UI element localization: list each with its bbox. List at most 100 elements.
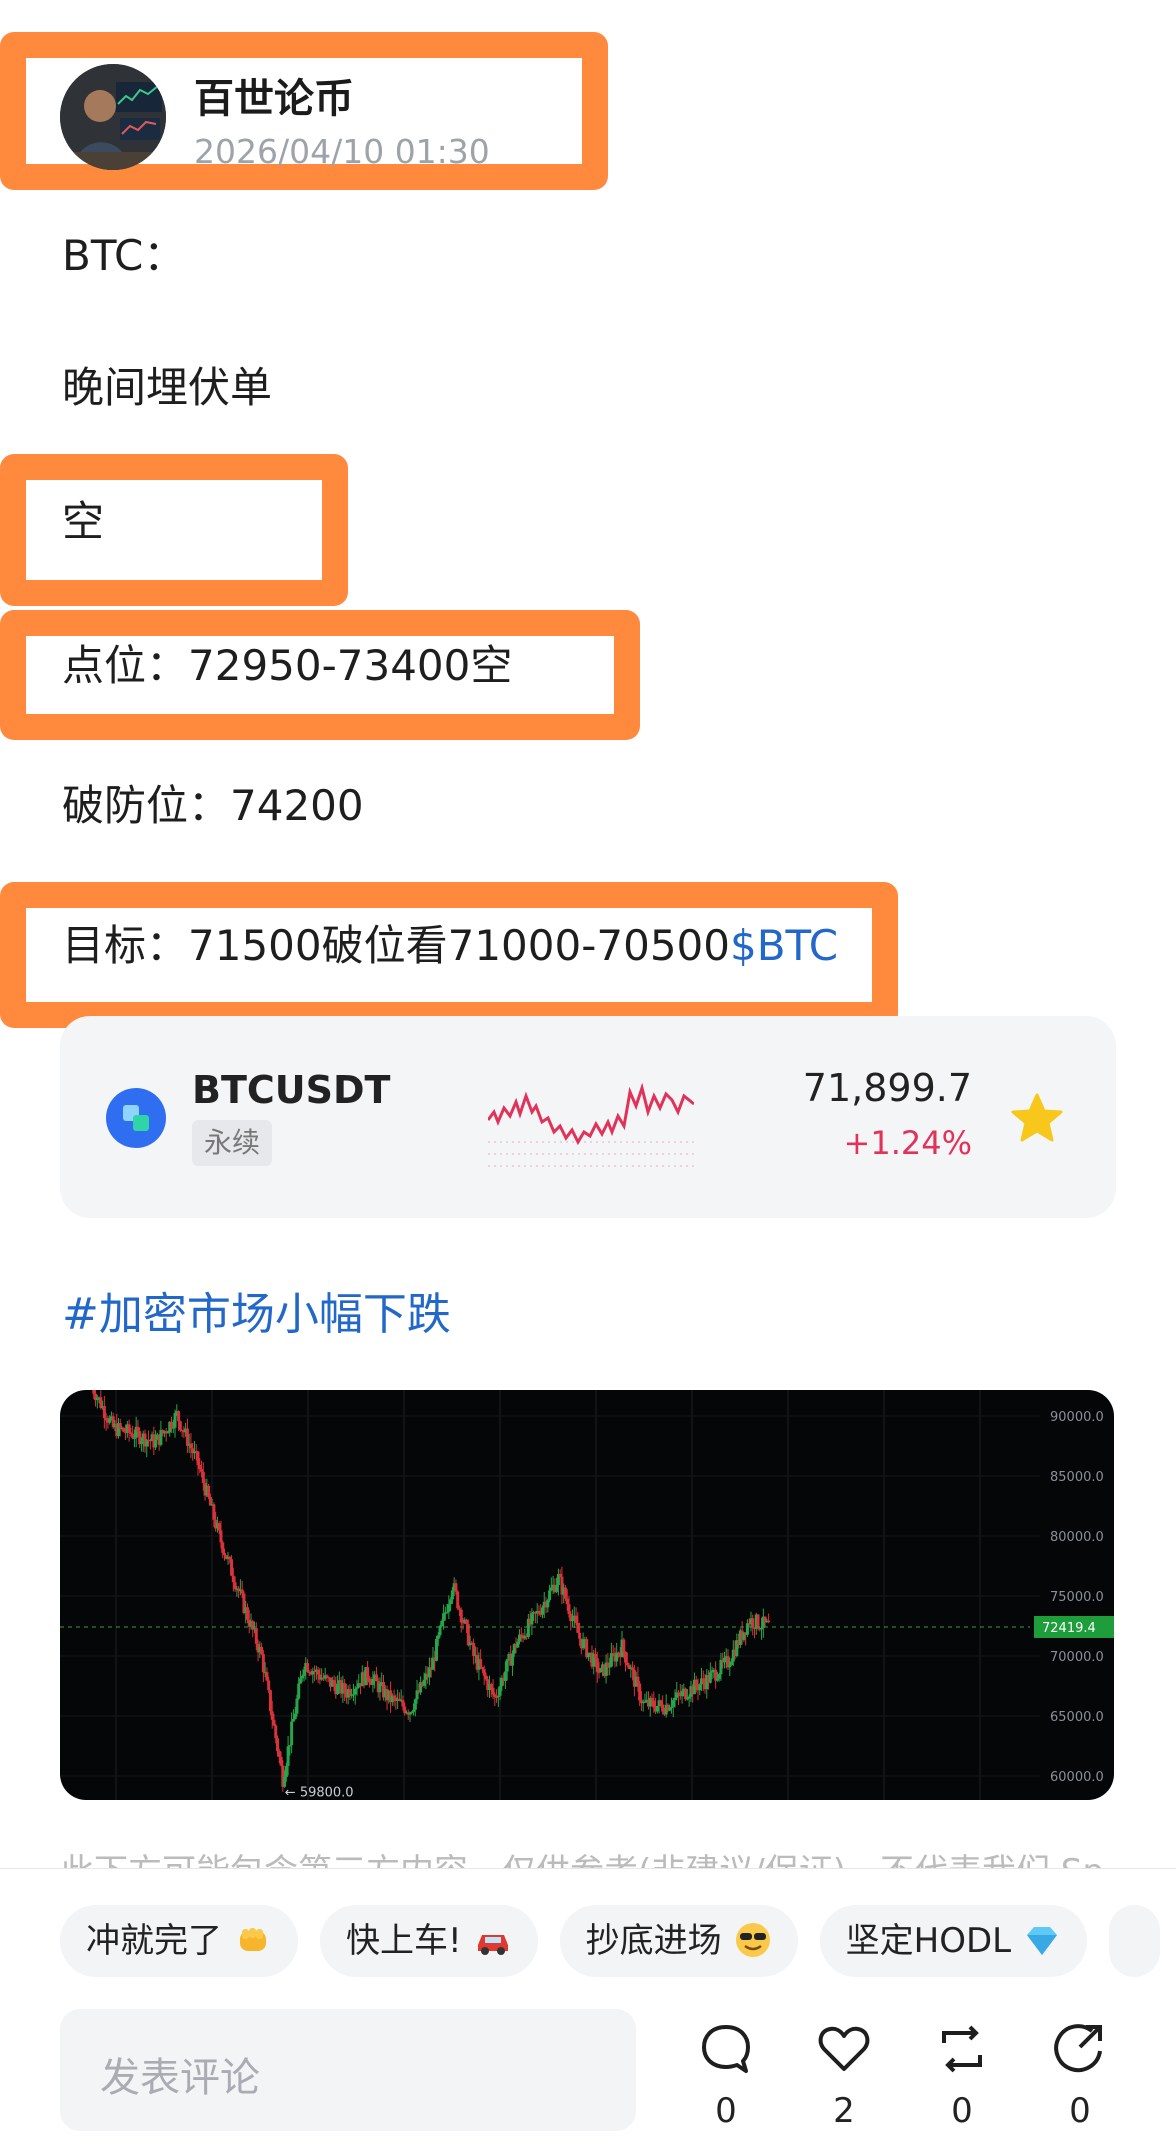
chart-candle [412, 1709, 416, 1712]
share-count: 0 [1069, 2091, 1091, 2131]
quick-reply-chip[interactable]: 冲就完了 [60, 1905, 298, 1977]
chart-candle [295, 1698, 299, 1714]
chart-candle [343, 1683, 347, 1693]
ticker-price: 71,899.7 [802, 1066, 972, 1110]
chart-candle [541, 1607, 544, 1615]
chart-candle [196, 1451, 200, 1466]
chart-candle [661, 1704, 665, 1712]
chart-candle [272, 1719, 276, 1726]
quick-reply-chip[interactable]: 抄底进场 [559, 1905, 798, 1977]
chart-candle [267, 1680, 271, 1691]
chart-candle [530, 1613, 534, 1625]
post-author-header[interactable]: 百世论币 2026/04/10 01:30 [60, 64, 580, 174]
comment-button[interactable]: 0 [690, 2021, 762, 2131]
chart-candle [673, 1697, 677, 1701]
chart-candle [498, 1686, 502, 1696]
chart-candle [549, 1587, 553, 1591]
chart-candle [245, 1607, 249, 1620]
chart-candle [212, 1504, 216, 1520]
chart-candle [223, 1552, 226, 1556]
low-price-label: ← 59800.0 [285, 1785, 354, 1800]
fist-emoji-icon [240, 1927, 266, 1951]
share-button[interactable]: 0 [1044, 2021, 1116, 2131]
chart-candle [293, 1713, 297, 1720]
post-line-stop: 破防位：74200 [62, 781, 364, 830]
y-tick-label: 70000.0 [1050, 1650, 1104, 1665]
y-tick-label: 80000.0 [1050, 1530, 1104, 1545]
chart-candle [636, 1676, 640, 1684]
chart-candle [687, 1696, 691, 1699]
y-tick-label: 85000.0 [1050, 1470, 1104, 1485]
chart-candle [154, 1439, 158, 1448]
share-icon [1054, 2024, 1102, 2073]
chart-candle [240, 1589, 244, 1594]
chart-candle [655, 1705, 659, 1712]
chart-candle [366, 1667, 370, 1679]
chart-candle [708, 1672, 712, 1683]
chart-candle [537, 1610, 541, 1614]
chip-label: 坚定HODL [845, 1921, 1012, 1961]
chart-candle [669, 1706, 673, 1709]
chart-candle [118, 1423, 122, 1429]
chart-candle [300, 1675, 304, 1679]
chart-candle [297, 1683, 301, 1699]
chart-candle [139, 1441, 143, 1445]
quick-reply-chip-partial[interactable] [1109, 1905, 1160, 1977]
chart-candle [546, 1600, 550, 1608]
chart-candle [624, 1651, 628, 1663]
author-name[interactable]: 百世论币 [194, 66, 354, 124]
chart-candle [760, 1627, 764, 1630]
chart-candle [668, 1708, 672, 1711]
chart-candle [378, 1683, 382, 1693]
chart-candle [565, 1598, 569, 1605]
like-button[interactable]: 2 [808, 2021, 880, 2131]
quick-reply-chip[interactable]: 坚定HODL [819, 1905, 1088, 1977]
chart-candle [597, 1672, 601, 1674]
chart-candle [302, 1669, 306, 1676]
ticker-change: +1.24% [843, 1124, 972, 1162]
chart-candle [581, 1639, 585, 1649]
chart-candle [166, 1432, 170, 1434]
chart-candle [171, 1427, 175, 1429]
candlestick-chart: 90000.0 85000.0 80000.0 75000.0 70000.0 65000… [60, 1390, 1114, 1800]
chart-candle [265, 1672, 269, 1681]
avatar[interactable] [60, 64, 166, 170]
chart-candle [659, 1700, 663, 1705]
bottom-action-bar: 冲就完了 快上车! 抄底进场 坚定HODL 发表评论 0 2 0 0 [0, 1868, 1176, 2150]
chart-candle [219, 1530, 223, 1543]
quick-reply-chip[interactable]: 快上车! [320, 1905, 538, 1977]
price-sparkline [488, 1082, 694, 1167]
chart-candle [457, 1608, 461, 1610]
post-line-direction: 空 [62, 497, 105, 546]
cashtag-link[interactable]: $BTC [730, 921, 838, 970]
chart-candle [279, 1756, 283, 1766]
repost-button[interactable]: 0 [926, 2021, 998, 2131]
chart-candle [228, 1556, 232, 1560]
chart-candle [503, 1671, 507, 1682]
chart-candle [189, 1443, 193, 1449]
y-tick-label: 65000.0 [1050, 1710, 1104, 1725]
chart-candle [316, 1669, 320, 1675]
chart-candle [482, 1669, 486, 1676]
chart-candle [440, 1620, 444, 1626]
chart-candle [351, 1694, 355, 1696]
comment-input[interactable]: 发表评论 [60, 2009, 636, 2131]
chart-candle [217, 1523, 221, 1531]
chart-candle [728, 1665, 732, 1668]
chart-candle [410, 1711, 414, 1713]
y-tick-label: 60000.0 [1050, 1770, 1104, 1785]
chart-candle [730, 1661, 734, 1666]
chart-candle [336, 1683, 340, 1695]
hashtag-link[interactable]: #加密市场小幅下跌 [62, 1278, 451, 1342]
ticker-card[interactable]: BTCUSDT 永续 71,899.7 +1.24% [60, 1016, 1116, 1218]
chart-candle [208, 1497, 212, 1506]
chart-candle [408, 1712, 412, 1715]
chart-candle [548, 1590, 552, 1601]
chart-candle [274, 1725, 278, 1739]
star-icon[interactable] [1010, 1092, 1064, 1146]
chart-candle [496, 1695, 500, 1697]
chart-candle [403, 1706, 407, 1713]
chart-candle [694, 1679, 698, 1687]
chart-candle [574, 1615, 578, 1623]
price-chart-image[interactable]: 90000.0 85000.0 80000.0 75000.0 70000.0 65000… [60, 1390, 1114, 1800]
